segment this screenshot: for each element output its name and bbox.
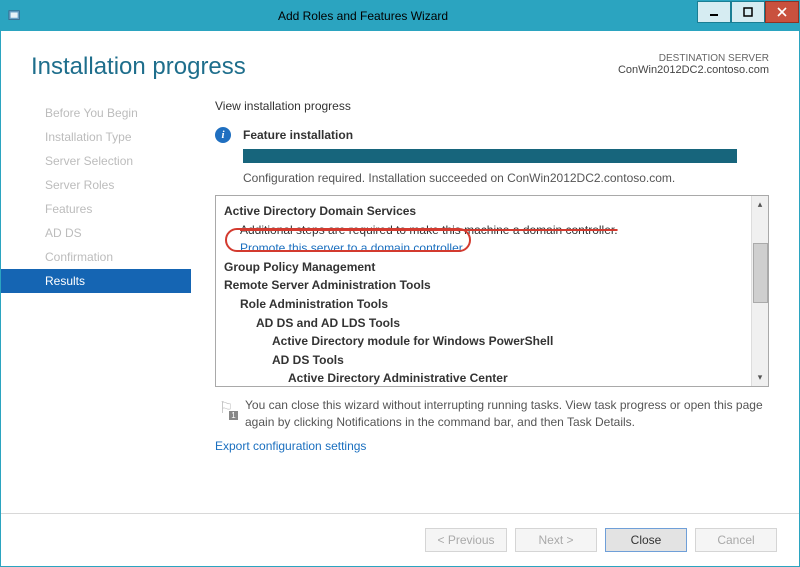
sidebar-item-ad-ds: AD DS bbox=[1, 221, 191, 245]
destination-info: DESTINATION SERVER ConWin2012DC2.contoso… bbox=[618, 53, 769, 76]
sidebar-item-server-roles: Server Roles bbox=[1, 173, 191, 197]
feature-install-title: Feature installation bbox=[243, 128, 353, 142]
wizard-footer: < Previous Next > Close Cancel bbox=[1, 513, 799, 566]
app-icon bbox=[1, 9, 29, 23]
tree-adds-subtext: Additional steps are required to make th… bbox=[224, 221, 743, 240]
notifications-flag-icon: ⚐ 1 bbox=[215, 397, 237, 419]
scroll-up-arrow[interactable]: ▴ bbox=[752, 196, 768, 213]
sidebar-item-confirmation: Confirmation bbox=[1, 245, 191, 269]
results-tree-wrap: Active Directory Domain Services Additio… bbox=[215, 195, 769, 397]
tree-scrollbar[interactable]: ▴ ▾ bbox=[751, 196, 768, 386]
body-row: Before You Begin Installation Type Serve… bbox=[1, 91, 799, 513]
titlebar: Add Roles and Features Wizard bbox=[1, 1, 799, 31]
tree-rat: Role Administration Tools bbox=[224, 295, 743, 314]
tree-adds-heading: Active Directory Domain Services bbox=[224, 202, 743, 221]
destination-label: DESTINATION SERVER bbox=[618, 53, 769, 64]
tree-admod: Active Directory module for Windows Powe… bbox=[224, 332, 743, 351]
close-button[interactable]: Close bbox=[605, 528, 687, 552]
content-area: Installation progress DESTINATION SERVER… bbox=[1, 31, 799, 566]
window-controls bbox=[697, 1, 799, 31]
tree-rsat: Remote Server Administration Tools bbox=[224, 276, 743, 295]
export-settings-link[interactable]: Export configuration settings bbox=[215, 439, 769, 453]
page-title: Installation progress bbox=[31, 53, 618, 81]
maximize-button[interactable] bbox=[731, 1, 765, 23]
sidebar-item-server-selection: Server Selection bbox=[1, 149, 191, 173]
tree-adac: Active Directory Administrative Center bbox=[224, 369, 743, 386]
main-panel: View installation progress i Feature ins… bbox=[191, 91, 799, 513]
previous-button: < Previous bbox=[425, 528, 507, 552]
wizard-window: Add Roles and Features Wizard Installati… bbox=[0, 0, 800, 567]
view-progress-label: View installation progress bbox=[215, 99, 769, 113]
minimize-button[interactable] bbox=[697, 1, 731, 23]
sidebar-item-results[interactable]: Results bbox=[1, 269, 191, 293]
promote-server-link[interactable]: Promote this server to a domain controll… bbox=[240, 241, 463, 255]
tree-adlds: AD DS and AD LDS Tools bbox=[224, 314, 743, 333]
tree-gpm: Group Policy Management bbox=[224, 258, 743, 277]
window-title: Add Roles and Features Wizard bbox=[29, 9, 697, 23]
config-required-text: Configuration required. Installation suc… bbox=[243, 171, 769, 185]
close-window-button[interactable] bbox=[765, 1, 799, 23]
sidebar-item-before-you-begin: Before You Begin bbox=[1, 101, 191, 125]
install-progress-bar bbox=[243, 149, 737, 163]
info-icon: i bbox=[215, 127, 231, 143]
cancel-button: Cancel bbox=[695, 528, 777, 552]
results-tree-content: Active Directory Domain Services Additio… bbox=[216, 196, 751, 386]
next-button: Next > bbox=[515, 528, 597, 552]
sidebar-item-installation-type: Installation Type bbox=[1, 125, 191, 149]
scroll-down-arrow[interactable]: ▾ bbox=[752, 369, 768, 386]
hint-text: You can close this wizard without interr… bbox=[245, 397, 769, 431]
sidebar-item-features: Features bbox=[1, 197, 191, 221]
results-tree: Active Directory Domain Services Additio… bbox=[215, 195, 769, 387]
tree-adds-tools: AD DS Tools bbox=[224, 351, 743, 370]
scroll-thumb[interactable] bbox=[753, 243, 768, 303]
header-row: Installation progress DESTINATION SERVER… bbox=[1, 31, 799, 91]
wizard-sidebar: Before You Begin Installation Type Serve… bbox=[1, 91, 191, 513]
hint-row: ⚐ 1 You can close this wizard without in… bbox=[215, 397, 769, 431]
feature-install-row: i Feature installation bbox=[215, 127, 769, 143]
destination-server: ConWin2012DC2.contoso.com bbox=[618, 64, 769, 76]
